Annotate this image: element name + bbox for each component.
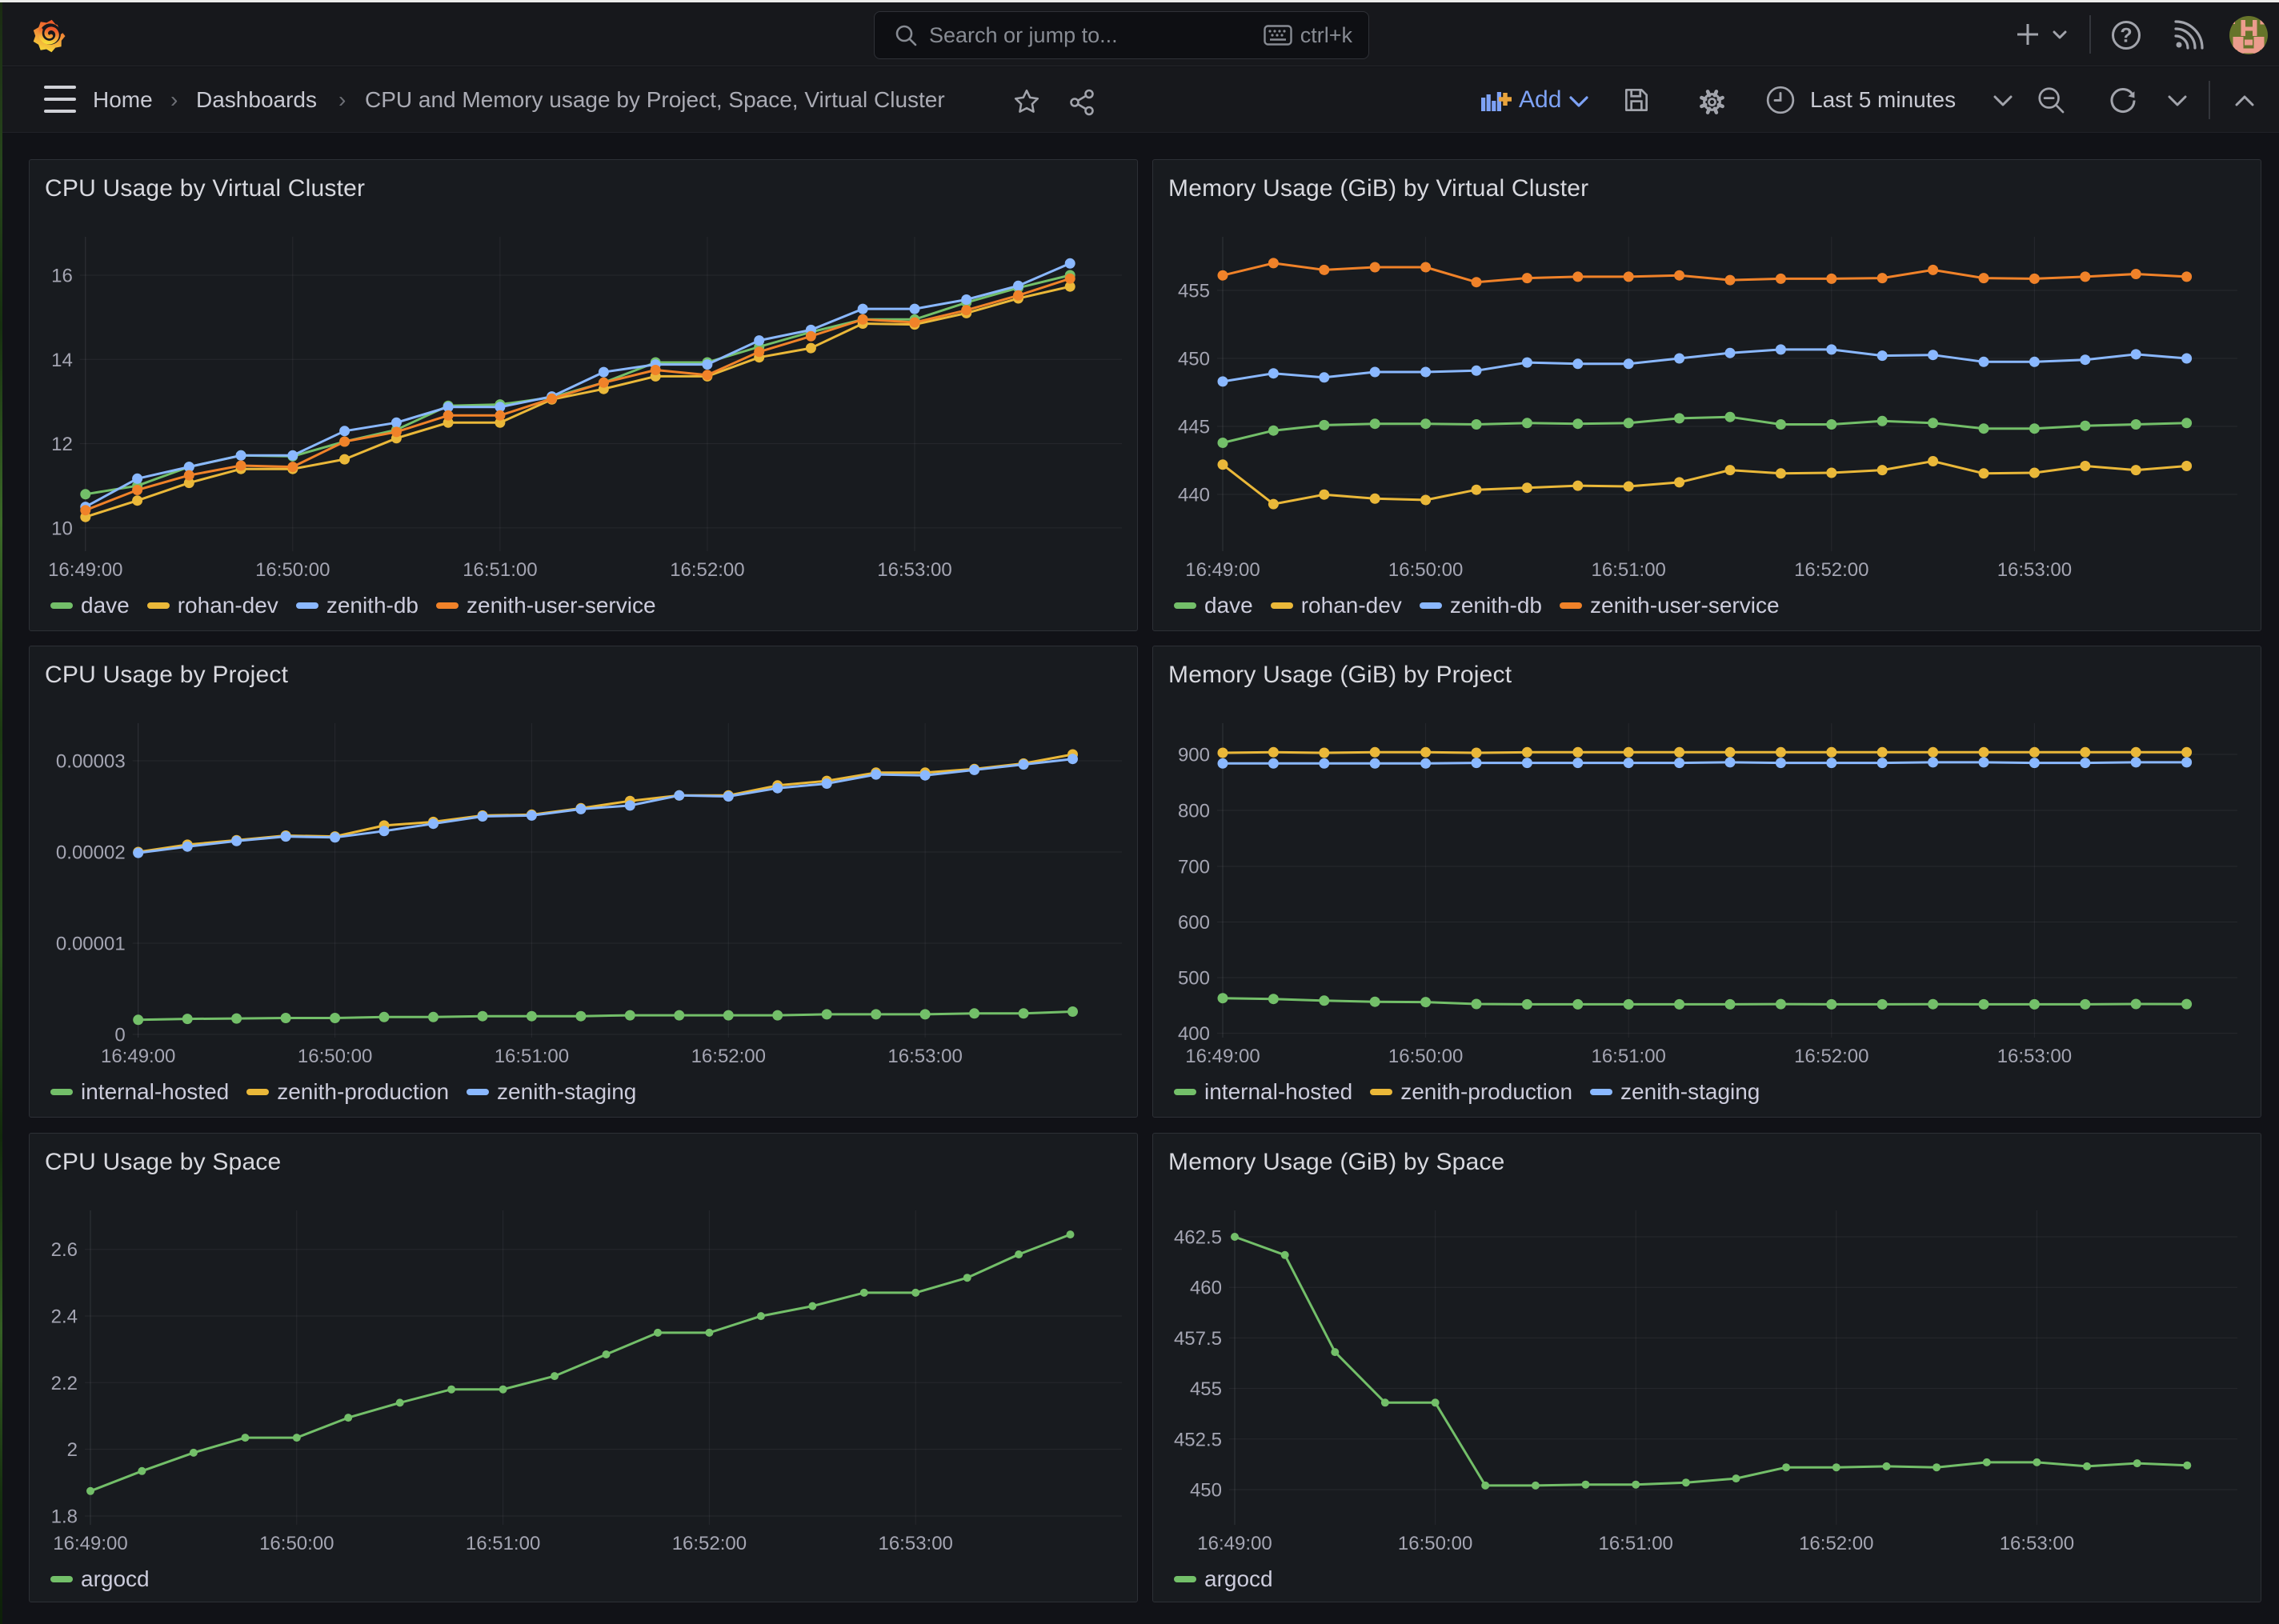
svg-text:16:53:00: 16:53:00: [877, 559, 951, 581]
svg-text:16:50:00: 16:50:00: [298, 1046, 372, 1067]
svg-text:16:53:00: 16:53:00: [878, 1533, 952, 1554]
svg-text:500: 500: [1178, 968, 1210, 990]
svg-text:16:52:00: 16:52:00: [691, 1046, 766, 1067]
svg-text:1.8: 1.8: [51, 1506, 78, 1528]
svg-text:452.5: 452.5: [1174, 1429, 1222, 1450]
svg-text:16:50:00: 16:50:00: [1388, 559, 1463, 581]
svg-text:2.4: 2.4: [51, 1306, 78, 1328]
svg-text:16:53:00: 16:53:00: [2000, 1533, 2074, 1554]
svg-text:455: 455: [1178, 281, 1210, 302]
svg-text:16:49:00: 16:49:00: [53, 1533, 127, 1554]
svg-text:0.00001: 0.00001: [56, 934, 126, 955]
svg-text:16:49:00: 16:49:00: [48, 559, 122, 581]
svg-text:16:50:00: 16:50:00: [1388, 1046, 1463, 1067]
svg-text:0: 0: [114, 1025, 125, 1046]
svg-text:16:52:00: 16:52:00: [670, 559, 744, 581]
svg-text:440: 440: [1178, 485, 1210, 506]
svg-text:14: 14: [51, 350, 73, 371]
svg-text:16:51:00: 16:51:00: [1598, 1533, 1672, 1554]
svg-text:16:53:00: 16:53:00: [1997, 1046, 2072, 1067]
svg-text:450: 450: [1178, 349, 1210, 370]
svg-text:445: 445: [1178, 417, 1210, 438]
svg-text:16:52:00: 16:52:00: [1794, 1046, 1868, 1067]
svg-text:16:49:00: 16:49:00: [1197, 1533, 1272, 1554]
svg-text:0.00003: 0.00003: [56, 751, 126, 773]
svg-text:16:51:00: 16:51:00: [463, 559, 537, 581]
svg-text:800: 800: [1178, 801, 1210, 822]
svg-text:16:49:00: 16:49:00: [1185, 559, 1260, 581]
svg-text:2: 2: [67, 1439, 78, 1461]
svg-text:16:49:00: 16:49:00: [101, 1046, 175, 1067]
svg-text:16:52:00: 16:52:00: [672, 1533, 747, 1554]
svg-text:455: 455: [1190, 1378, 1222, 1400]
svg-text:16:52:00: 16:52:00: [1794, 559, 1868, 581]
svg-text:16:51:00: 16:51:00: [466, 1533, 540, 1554]
svg-text:16:49:00: 16:49:00: [1185, 1046, 1260, 1067]
svg-text:457.5: 457.5: [1174, 1328, 1222, 1350]
svg-text:400: 400: [1178, 1023, 1210, 1045]
svg-text:462.5: 462.5: [1174, 1227, 1222, 1249]
svg-text:16:51:00: 16:51:00: [1591, 1046, 1665, 1067]
svg-text:16:53:00: 16:53:00: [1997, 559, 2072, 581]
svg-text:16:52:00: 16:52:00: [1799, 1533, 1873, 1554]
svg-text:600: 600: [1178, 912, 1210, 934]
svg-text:700: 700: [1178, 857, 1210, 878]
svg-text:12: 12: [51, 434, 73, 455]
svg-text:0.00002: 0.00002: [56, 842, 126, 864]
svg-text:16:53:00: 16:53:00: [887, 1046, 962, 1067]
svg-text:450: 450: [1190, 1480, 1222, 1502]
svg-text:10: 10: [51, 518, 73, 539]
svg-text:2.2: 2.2: [51, 1373, 78, 1394]
svg-text:?: ?: [2120, 25, 2132, 47]
svg-text:2.6: 2.6: [51, 1239, 78, 1261]
svg-text:16:50:00: 16:50:00: [255, 559, 330, 581]
svg-text:900: 900: [1178, 745, 1210, 766]
svg-text:16: 16: [51, 266, 73, 287]
svg-text:16:51:00: 16:51:00: [495, 1046, 569, 1067]
svg-text:16:51:00: 16:51:00: [1591, 559, 1665, 581]
svg-text:16:50:00: 16:50:00: [1398, 1533, 1472, 1554]
svg-text:460: 460: [1190, 1278, 1222, 1299]
svg-text:16:50:00: 16:50:00: [259, 1533, 334, 1554]
